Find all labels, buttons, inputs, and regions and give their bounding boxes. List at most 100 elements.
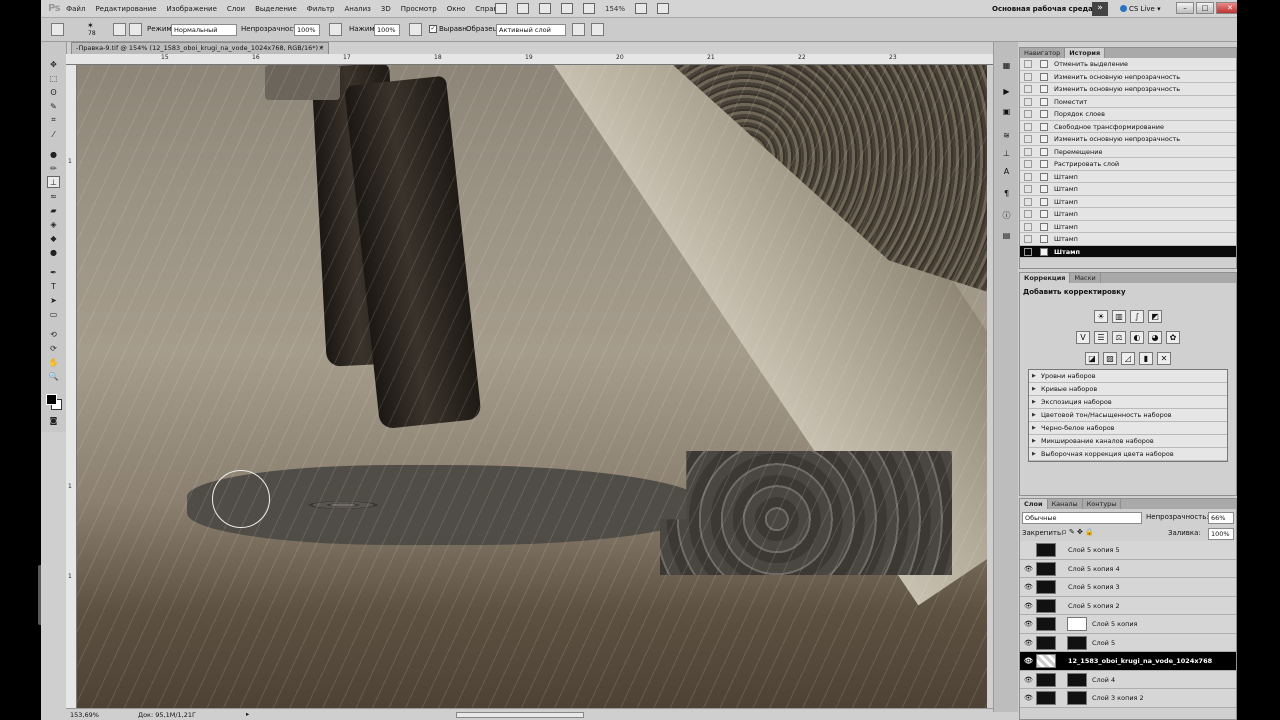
layer-row[interactable]: 👁 Слой 5: [1020, 633, 1236, 652]
status-arrow-icon[interactable]: ▸: [246, 710, 249, 718]
lock-icons[interactable]: ▫ ✎ ✥ 🔒: [1062, 528, 1094, 536]
layer-visibility-eye-icon[interactable]: 👁: [1024, 602, 1033, 610]
history-snapshot-box[interactable]: [1024, 172, 1032, 181]
menu-analysis[interactable]: Анализ: [345, 5, 371, 13]
color-balance-icon[interactable]: ⚖: [1112, 331, 1126, 344]
shape-tool-icon[interactable]: ▭: [47, 308, 60, 320]
history-snapshot-box[interactable]: [1024, 210, 1032, 218]
preset-channel-mixer[interactable]: Микширование каналов наборов: [1029, 435, 1227, 448]
mode-select[interactable]: Нормальный: [171, 24, 237, 36]
history-item[interactable]: Штамп: [1020, 220, 1236, 233]
marquee-tool-icon[interactable]: ⬚: [47, 72, 60, 84]
blend-mode-select[interactable]: Обычные: [1022, 512, 1142, 524]
workspace-more-button[interactable]: »: [1092, 2, 1108, 16]
preset-levels[interactable]: Уровни наборов: [1029, 370, 1227, 383]
info-icon[interactable]: ⓘ: [1000, 210, 1013, 221]
history-item[interactable]: Растрировать слой: [1020, 158, 1236, 171]
menu-3d[interactable]: 3D: [381, 5, 391, 13]
airbrush-icon[interactable]: [409, 23, 422, 36]
hand-tool-icon[interactable]: [561, 3, 573, 14]
fill-input[interactable]: 100%: [1208, 528, 1234, 540]
menu-view[interactable]: Просмотр: [401, 5, 437, 13]
tab-layers[interactable]: Слои: [1020, 499, 1048, 509]
layer-row[interactable]: 👁 Слой 4: [1020, 670, 1236, 689]
close-window-button[interactable]: ✕: [1216, 2, 1237, 14]
layer-row[interactable]: 👁 12_1583_oboi_krugi_na_vode_1024x768: [1020, 652, 1236, 671]
3d-rotate-tool-icon[interactable]: ⟲: [47, 328, 60, 340]
layer-visibility-eye-icon[interactable]: 👁: [1024, 565, 1033, 573]
menu-file[interactable]: Файл: [66, 5, 85, 13]
arrange-documents-icon[interactable]: [635, 3, 648, 14]
workspace-switcher[interactable]: Основная рабочая среда: [992, 5, 1093, 13]
menu-window[interactable]: Окно: [447, 5, 466, 13]
status-zoom[interactable]: 153,69%: [70, 711, 99, 719]
tab-paths[interactable]: Контуры: [1083, 499, 1122, 509]
photo-filter-icon[interactable]: ◕: [1148, 331, 1162, 344]
pen-tool-icon[interactable]: ✒: [47, 266, 60, 278]
menu-edit[interactable]: Редактирование: [95, 5, 156, 13]
history-snapshot-box[interactable]: [1024, 197, 1032, 206]
history-snapshot-box[interactable]: [1024, 72, 1032, 81]
gradient-map-icon[interactable]: ▮: [1139, 352, 1153, 365]
info-panel-icon[interactable]: ▣: [1000, 106, 1013, 117]
history-item[interactable]: Штамп: [1020, 195, 1236, 208]
history-snapshot-box[interactable]: [1024, 135, 1032, 143]
clone-stamp-tool-icon[interactable]: ⊥: [47, 176, 60, 188]
history-item[interactable]: Штамп: [1020, 245, 1236, 258]
threshold-icon[interactable]: ◿: [1121, 352, 1135, 365]
brush-preview-icon[interactable]: ✶: [87, 21, 94, 30]
bridge-icon[interactable]: [495, 3, 507, 14]
aligned-checkbox[interactable]: ✓: [429, 25, 437, 33]
3d-orbit-tool-icon[interactable]: ⟳: [47, 342, 60, 354]
levels-icon[interactable]: ▥: [1112, 310, 1126, 323]
quick-selection-tool-icon[interactable]: ✎: [47, 100, 60, 112]
selective-color-icon[interactable]: ✕: [1157, 352, 1171, 365]
history-snapshot-box[interactable]: [1024, 235, 1032, 243]
path-selection-tool-icon[interactable]: ➤: [47, 294, 60, 306]
brush-panel-icon[interactable]: [113, 23, 126, 36]
maximize-button[interactable]: □: [1196, 2, 1214, 14]
layer-visibility-eye-icon[interactable]: 👁: [1024, 620, 1033, 628]
layer-visibility-eye-icon[interactable]: 👁: [1024, 676, 1033, 684]
history-item[interactable]: Перемещение: [1020, 145, 1236, 158]
zoom-level-dropdown[interactable]: 154%: [605, 5, 625, 13]
minimize-button[interactable]: –: [1176, 2, 1194, 14]
history-item[interactable]: Изменить основную непрозрачность: [1020, 70, 1236, 83]
preset-hue-saturation[interactable]: Цветовой тон/Насыщенность наборов: [1029, 409, 1227, 422]
curves-icon[interactable]: ∫: [1130, 310, 1144, 323]
history-snapshot-box[interactable]: [1024, 60, 1032, 68]
ignore-adjustment-layers-icon[interactable]: [572, 23, 585, 36]
blur-tool-icon[interactable]: ◆: [47, 232, 60, 244]
history-snapshot-box[interactable]: [1024, 85, 1032, 93]
menu-layers[interactable]: Слои: [227, 5, 245, 13]
brightness-contrast-icon[interactable]: ☀: [1094, 310, 1108, 323]
brush-presets-icon[interactable]: ≋: [1000, 130, 1013, 141]
hand-tool-icon[interactable]: ✋: [47, 356, 60, 368]
history-item[interactable]: Поместит: [1020, 95, 1236, 108]
layer-row[interactable]: 👁 Слой 5 копия 4: [1020, 559, 1236, 578]
history-snapshot-box[interactable]: [1024, 122, 1032, 131]
layer-visibility-eye-icon[interactable]: 👁: [1024, 639, 1033, 647]
move-tool-icon[interactable]: ✥: [47, 58, 60, 70]
rotate-view-icon[interactable]: [583, 3, 595, 14]
black-white-icon[interactable]: ◐: [1130, 331, 1144, 344]
horizontal-scrollbar[interactable]: [456, 712, 584, 718]
tab-navigator[interactable]: Навигатор: [1020, 48, 1066, 58]
layer-visibility-eye-icon[interactable]: 👁: [1024, 694, 1033, 702]
history-snapshot-box[interactable]: [1024, 160, 1032, 168]
layer-visibility-eye-icon[interactable]: 👁: [1024, 583, 1033, 591]
history-snapshot-box[interactable]: [1024, 185, 1032, 193]
exposure-icon[interactable]: ◩: [1148, 310, 1162, 323]
history-item[interactable]: Отменить выделение: [1020, 58, 1236, 71]
history-item[interactable]: Штамп: [1020, 208, 1236, 221]
history-item[interactable]: Изменить основную непрозрачность: [1020, 83, 1236, 96]
layer-row[interactable]: 👁 Слой 3 копия 2: [1020, 689, 1236, 708]
clone-source-panel-icon[interactable]: [129, 23, 142, 36]
history-item[interactable]: Изменить основную непрозрачность: [1020, 133, 1236, 146]
history-snapshot-box[interactable]: [1024, 222, 1032, 231]
tab-channels[interactable]: Каналы: [1048, 499, 1083, 509]
view-extras-icon[interactable]: [539, 3, 551, 14]
tablet-pressure-icon[interactable]: [591, 23, 604, 36]
screen-mode-icon[interactable]: [657, 3, 670, 14]
type-tool-icon[interactable]: T: [47, 280, 60, 292]
